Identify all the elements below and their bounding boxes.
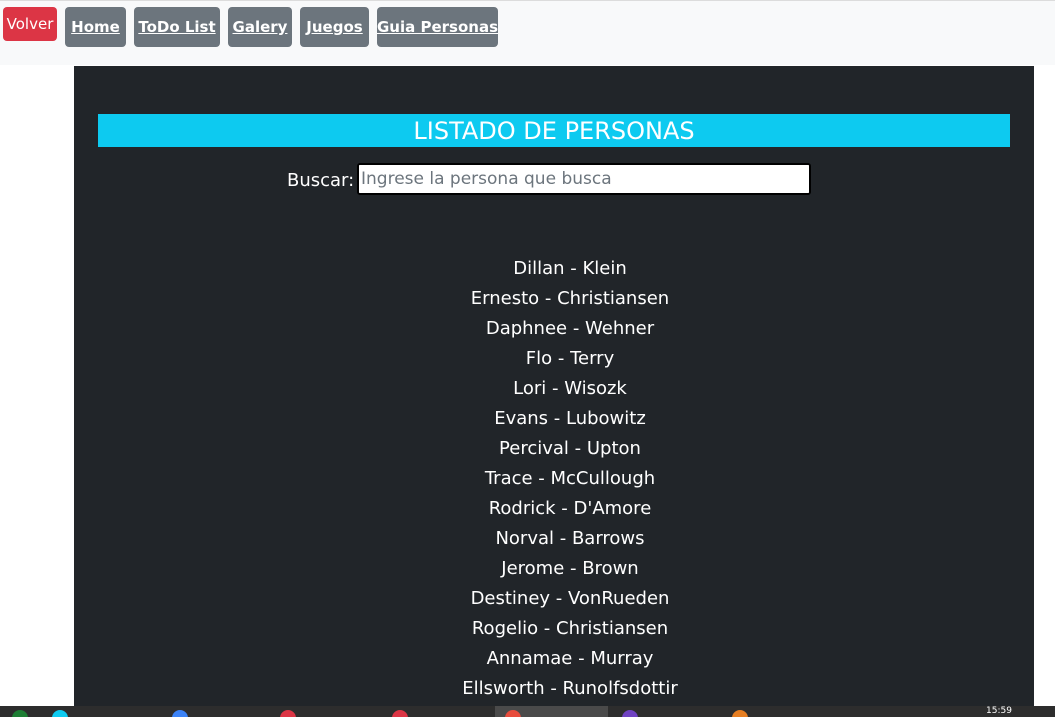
person-list-item: Dillan - Klein [513, 258, 627, 279]
person-list-item: Jerome - Brown [501, 558, 639, 579]
volver-button[interactable]: Volver [3, 7, 57, 41]
taskbar-app-icon[interactable] [12, 710, 28, 717]
taskbar-clock: 15:59 [986, 706, 1012, 716]
person-list: Dillan - Klein Ernesto - Christiansen Daph… [74, 254, 1055, 704]
person-list-item: Rodrick - D'Amore [488, 498, 652, 519]
person-list-item: Ernesto - Christiansen [470, 288, 670, 309]
search-input[interactable] [357, 163, 811, 195]
nav-link-home[interactable]: Home [65, 7, 126, 47]
person-list-item: Rogelio - Christiansen [471, 618, 669, 639]
person-list-item: Ellsworth - Runolfsdottir [462, 678, 678, 699]
taskbar-app-icon[interactable] [52, 710, 68, 717]
person-list-item: Daphnee - Wehner [485, 318, 655, 339]
nav-link-guia-personas[interactable]: Guia Personas [377, 7, 498, 47]
person-list-item: Evans - Lubowitz [494, 408, 646, 429]
taskbar-app-icon[interactable] [172, 710, 188, 717]
person-list-item: Destiney - VonRueden [470, 588, 670, 609]
search-label: Buscar: [287, 170, 355, 191]
taskbar-app-icon[interactable] [732, 710, 748, 717]
top-navbar: Volver Home ToDo List Galery Juegos Guia… [0, 1, 1055, 65]
os-taskbar: 15:59 [0, 706, 1055, 717]
nav-link-todo-list[interactable]: ToDo List [134, 7, 220, 47]
person-list-item: Lori - Wisozk [513, 378, 627, 399]
taskbar-app-icon[interactable] [392, 710, 408, 717]
taskbar-app-icon[interactable] [622, 710, 638, 717]
taskbar-app-icon[interactable] [280, 710, 296, 717]
person-list-item: Norval - Barrows [495, 528, 645, 549]
person-list-item: Flo - Terry [525, 348, 615, 369]
person-list-item: Annamae - Murray [486, 648, 654, 669]
main-content-panel: LISTADO DE PERSONAS Buscar: Dillan - Kle… [74, 66, 1034, 706]
person-list-item: Trace - McCullough [484, 468, 656, 489]
nav-link-juegos[interactable]: Juegos [300, 7, 369, 47]
person-list-item: Percival - Upton [499, 438, 641, 459]
nav-link-galery[interactable]: Galery [228, 7, 292, 47]
page-title: LISTADO DE PERSONAS [98, 114, 1010, 147]
